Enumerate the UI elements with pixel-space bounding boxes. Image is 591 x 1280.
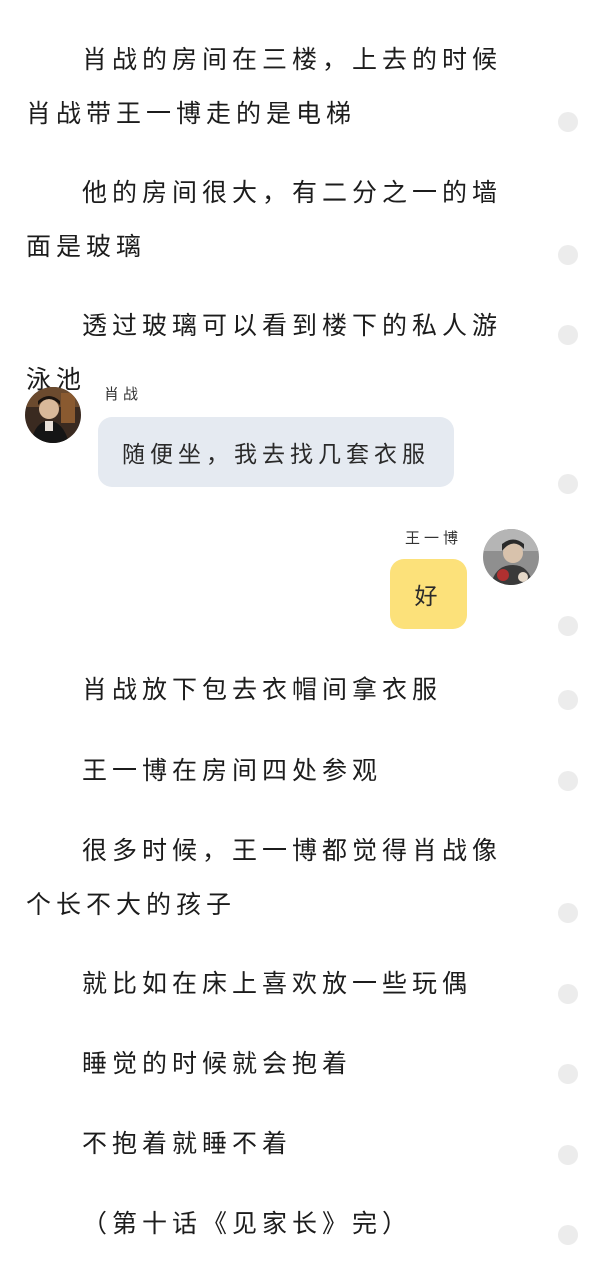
comment-dot-icon[interactable] bbox=[558, 1064, 578, 1084]
story-paragraph: 就比如在床上喜欢放一些玩偶 bbox=[82, 969, 473, 998]
comment-dot-icon[interactable] bbox=[558, 771, 578, 791]
comment-dot-icon[interactable] bbox=[558, 112, 578, 132]
story-paragraph: 肖战的房间在三楼，上去的时候肖战带王一博走的是电梯 bbox=[26, 45, 503, 128]
story-paragraph: 透过玻璃可以看到楼下的私人游泳池 bbox=[26, 311, 503, 394]
comment-dot-icon[interactable] bbox=[558, 984, 578, 1004]
message-bubble[interactable]: 随便坐，我去找几套衣服 bbox=[98, 417, 454, 487]
story-paragraph: 睡觉的时候就会抱着 bbox=[82, 1049, 353, 1078]
message-bubble[interactable]: 好 bbox=[390, 559, 467, 629]
story-paragraph: 不抱着就睡不着 bbox=[82, 1129, 293, 1158]
sender-name: 肖战 bbox=[104, 385, 143, 403]
comment-dot-icon[interactable] bbox=[558, 903, 578, 923]
comment-dot-icon[interactable] bbox=[558, 474, 578, 494]
story-paragraph: 他的房间很大，有二分之一的墙面是玻璃 bbox=[26, 178, 503, 261]
comment-dot-icon[interactable] bbox=[558, 1145, 578, 1165]
avatar-wang-yibo[interactable] bbox=[483, 529, 539, 585]
comment-dot-icon[interactable] bbox=[558, 616, 578, 636]
comment-dot-icon[interactable] bbox=[558, 325, 578, 345]
story-paragraph: 肖战放下包去衣帽间拿衣服 bbox=[82, 675, 443, 704]
story-paragraph: （第十话《见家长》完） bbox=[82, 1209, 413, 1238]
avatar-xiao-zhan[interactable] bbox=[25, 387, 81, 443]
comment-dot-icon[interactable] bbox=[558, 1225, 578, 1245]
sender-name: 王一博 bbox=[405, 529, 463, 547]
story-paragraph: 很多时候，王一博都觉得肖战像个长不大的孩子 bbox=[26, 836, 503, 919]
comment-dot-icon[interactable] bbox=[558, 245, 578, 265]
comment-dot-icon[interactable] bbox=[558, 690, 578, 710]
story-paragraph: 王一博在房间四处参观 bbox=[82, 756, 383, 785]
